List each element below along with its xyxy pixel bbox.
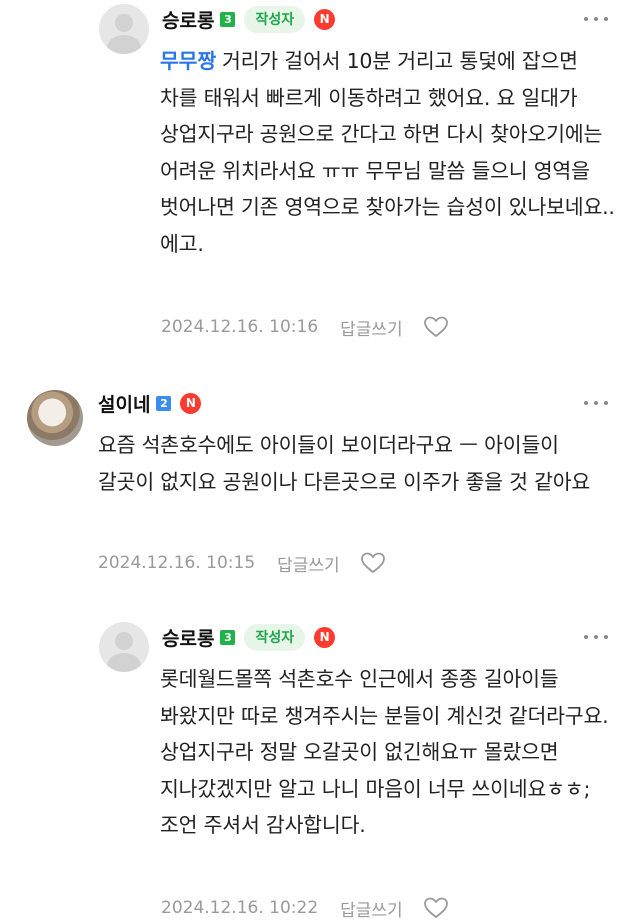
comment-header: 설이네 2 N <box>98 388 202 418</box>
comment-text: 요즘 석촌호수에도 아이들이 보이더라구요 ㅡ 아이들이 갈곳이 없지요 공원이… <box>98 427 618 500</box>
author-badge: 작성자 <box>244 623 306 651</box>
level-badge: 2 <box>156 395 172 411</box>
timestamp: 2024.12.16. 10:22 <box>161 898 319 918</box>
reply-button[interactable]: 답글쓰기 <box>340 315 403 340</box>
level-badge: 3 <box>220 629 236 645</box>
timestamp: 2024.12.16. 10:16 <box>161 317 319 337</box>
avatar[interactable] <box>99 4 149 54</box>
comment-header: 승로롱 3 작성자 N <box>162 622 336 652</box>
comment-meta: 2024.12.16. 10:16 답글쓰기 <box>161 312 449 342</box>
comment-body: 요즘 석촌호수에도 아이들이 보이더라구요 ㅡ 아이들이 갈곳이 없지요 공원이… <box>98 433 591 494</box>
heart-icon[interactable] <box>423 315 449 339</box>
comment-text: 무무짱 거리가 걸어서 10분 거리고 통덫에 잡으면 차를 태워서 빠르게 이동… <box>160 43 620 262</box>
comment-header: 승로롱 3 작성자 N <box>162 4 336 34</box>
author-badge: 작성자 <box>244 5 306 33</box>
more-dots-icon[interactable] <box>584 632 608 642</box>
cat-photo-avatar[interactable] <box>27 390 83 446</box>
mention-link[interactable]: 무무짱 <box>160 49 216 73</box>
timestamp: 2024.12.16. 10:15 <box>98 553 256 573</box>
level-badge: 3 <box>220 11 236 27</box>
avatar[interactable] <box>99 622 149 672</box>
author-name[interactable]: 승로롱 <box>162 624 214 651</box>
comment-meta: 2024.12.16. 10:22 답글쓰기 <box>161 893 449 923</box>
heart-icon[interactable] <box>360 551 386 575</box>
new-badge: N <box>180 392 202 414</box>
reply-button[interactable]: 답글쓰기 <box>277 551 340 576</box>
heart-icon[interactable] <box>423 896 449 920</box>
new-badge: N <box>314 8 336 30</box>
reply-button[interactable]: 답글쓰기 <box>340 896 403 921</box>
comment-body: 거리가 걸어서 10분 거리고 통덫에 잡으면 차를 태워서 빠르게 이동하려고… <box>160 49 615 256</box>
comment-meta: 2024.12.16. 10:15 답글쓰기 <box>98 548 386 578</box>
comment-body: 롯데월드몰쪽 석촌호수 인근에서 종종 길아이들 봐왔지만 따로 챙겨주시는 분… <box>160 667 609 837</box>
comment-text: 롯데월드몰쪽 석촌호수 인근에서 종종 길아이들 봐왔지만 따로 챙겨주시는 분… <box>160 661 620 844</box>
more-dots-icon[interactable] <box>584 398 608 408</box>
more-dots-icon[interactable] <box>584 14 608 24</box>
author-name[interactable]: 설이네 <box>98 390 150 417</box>
author-name[interactable]: 승로롱 <box>162 6 214 33</box>
new-badge: N <box>314 626 336 648</box>
